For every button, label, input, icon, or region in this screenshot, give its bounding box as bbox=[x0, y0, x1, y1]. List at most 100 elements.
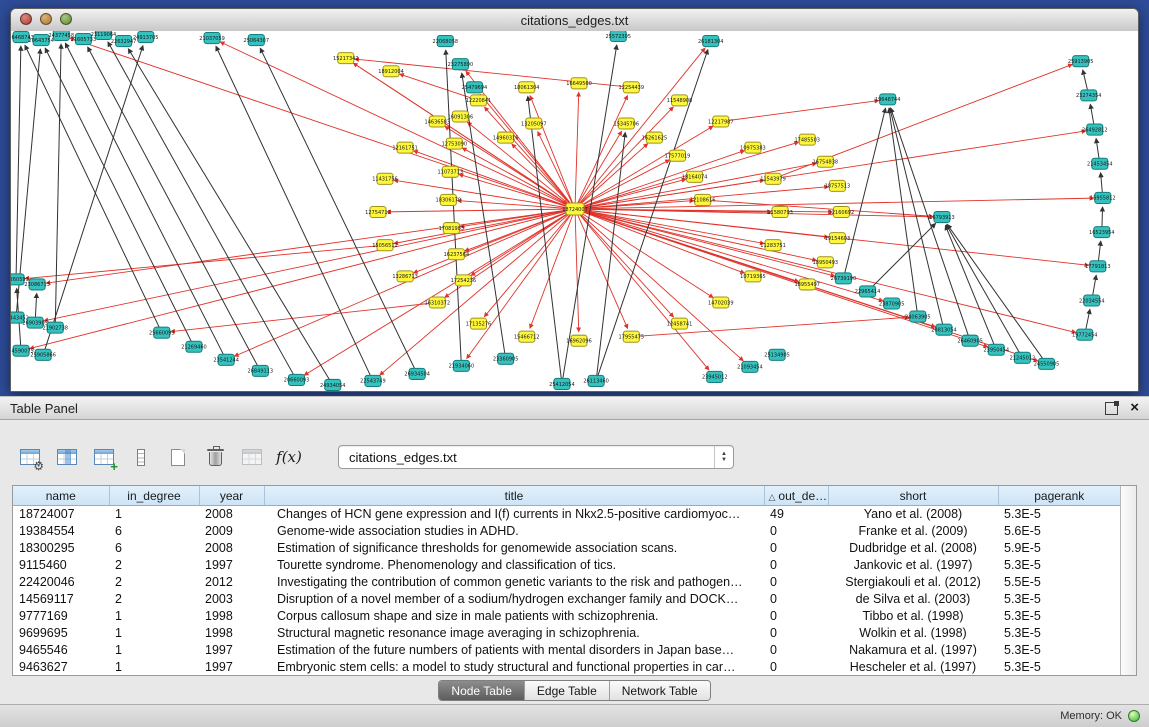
tab-network-table[interactable]: Network Table bbox=[609, 681, 710, 700]
graph-edge[interactable] bbox=[575, 92, 579, 209]
table-cell[interactable]: 1998 bbox=[199, 608, 264, 625]
table-cell[interactable]: 2 bbox=[109, 574, 199, 591]
table-cell[interactable]: 0 bbox=[764, 659, 828, 676]
column-header-in_degree[interactable]: in_degree bbox=[109, 486, 199, 506]
graph-edge[interactable] bbox=[16, 46, 21, 279]
graph-edge[interactable] bbox=[387, 209, 575, 212]
table-cell[interactable]: 1 bbox=[109, 608, 199, 625]
table-row[interactable]: 1830029562008Estimation of significance … bbox=[13, 540, 1120, 557]
column-header-pagerank[interactable]: pagerank bbox=[998, 486, 1120, 506]
table-cell[interactable]: Yano et al. (2008) bbox=[828, 506, 998, 524]
merge-columns-button[interactable] bbox=[127, 444, 155, 470]
float-panel-icon[interactable] bbox=[1105, 402, 1118, 415]
graph-edge[interactable] bbox=[868, 223, 936, 291]
zoom-window-icon[interactable] bbox=[60, 13, 72, 25]
table-cell[interactable]: 5.9E-5 bbox=[998, 540, 1120, 557]
table-cell[interactable]: Investigating the contribution of common… bbox=[264, 574, 764, 591]
window-titlebar[interactable]: citations_edges.txt bbox=[11, 9, 1138, 32]
table-cell[interactable]: 5.3E-5 bbox=[998, 659, 1120, 676]
table-cell[interactable]: Jankovic et al. (1997) bbox=[828, 557, 998, 574]
table-row[interactable]: 1456911722003Disruption of a novel membe… bbox=[13, 591, 1120, 608]
graph-edge[interactable] bbox=[65, 43, 226, 360]
table-vertical-scrollbar[interactable] bbox=[1120, 486, 1136, 675]
table-cell[interactable]: de Silva et al. (2003) bbox=[828, 591, 998, 608]
table-cell[interactable]: Embryonic stem cells: a model to study s… bbox=[264, 659, 764, 676]
table-cell[interactable]: 6 bbox=[109, 523, 199, 540]
table-cell[interactable]: 5.5E-5 bbox=[998, 574, 1120, 591]
table-cell[interactable]: 9699695 bbox=[13, 625, 109, 642]
graph-edge[interactable] bbox=[575, 151, 744, 209]
minimize-window-icon[interactable] bbox=[40, 13, 52, 25]
graph-edge[interactable] bbox=[25, 45, 162, 332]
graph-edge[interactable] bbox=[171, 303, 437, 332]
graph-edge[interactable] bbox=[843, 108, 885, 278]
table-row[interactable]: 946362711997Embryonic stem cells: a mode… bbox=[13, 659, 1120, 676]
graph-edge[interactable] bbox=[889, 108, 918, 316]
close-panel-icon[interactable]: × bbox=[1130, 402, 1139, 414]
graph-edge[interactable] bbox=[304, 209, 575, 375]
table-cell[interactable]: 1997 bbox=[199, 557, 264, 574]
table-row[interactable]: 1938455462009Genome-wide association stu… bbox=[13, 523, 1120, 540]
table-cell[interactable]: 5.3E-5 bbox=[998, 591, 1120, 608]
close-window-icon[interactable] bbox=[20, 13, 32, 25]
import-table-button[interactable]: + bbox=[90, 444, 118, 470]
table-settings-button[interactable]: ⚙ bbox=[16, 444, 44, 470]
table-cell[interactable]: 0 bbox=[764, 523, 828, 540]
table-cell[interactable]: 0 bbox=[764, 591, 828, 608]
graph-edge[interactable] bbox=[457, 201, 575, 209]
graph-edge[interactable] bbox=[446, 50, 462, 366]
tab-edge-table[interactable]: Edge Table bbox=[524, 681, 609, 700]
table-selector-combobox[interactable]: citations_edges.txt ▲▼ bbox=[338, 445, 734, 469]
table-cell[interactable]: 5.3E-5 bbox=[998, 557, 1120, 574]
table-cell[interactable]: 0 bbox=[764, 574, 828, 591]
table-cell[interactable]: Disruption of a novel member of a sodium… bbox=[264, 591, 764, 608]
table-cell[interactable]: 2 bbox=[109, 591, 199, 608]
table-cell[interactable]: Tibbo et al. (1998) bbox=[828, 608, 998, 625]
column-header-name[interactable]: name bbox=[13, 486, 109, 506]
table-cell[interactable]: 19384554 bbox=[13, 523, 109, 540]
table-cell[interactable]: 1997 bbox=[199, 659, 264, 676]
disabled-table-button[interactable] bbox=[238, 444, 266, 470]
table-cell[interactable]: 22420046 bbox=[13, 574, 109, 591]
delete-table-button[interactable] bbox=[201, 444, 229, 470]
table-row[interactable]: 911546021997Tourette syndrome. Phenomeno… bbox=[13, 557, 1120, 574]
graph-edge[interactable] bbox=[530, 96, 575, 209]
table-cell[interactable]: Genome-wide association studies in ADHD. bbox=[264, 523, 764, 540]
table-row[interactable]: 977716911998Corpus callosum shape and si… bbox=[13, 608, 1120, 625]
table-cell[interactable]: 9465546 bbox=[13, 642, 109, 659]
graph-edge[interactable] bbox=[575, 209, 1076, 333]
table-row[interactable]: 969969511998Structural magnetic resonanc… bbox=[13, 625, 1120, 642]
table-cell[interactable]: 2008 bbox=[199, 540, 264, 557]
table-cell[interactable]: 0 bbox=[764, 642, 828, 659]
table-cell[interactable]: 18300295 bbox=[13, 540, 109, 557]
table-cell[interactable]: 2003 bbox=[199, 591, 264, 608]
show-columns-button[interactable] bbox=[53, 444, 81, 470]
table-cell[interactable]: 1 bbox=[109, 642, 199, 659]
table-cell[interactable]: Nakamura et al. (1997) bbox=[828, 642, 998, 659]
table-cell[interactable]: Corpus callosum shape and size in male p… bbox=[264, 608, 764, 625]
graph-edge[interactable] bbox=[108, 42, 297, 380]
table-cell[interactable]: 2 bbox=[109, 557, 199, 574]
graph-edge[interactable] bbox=[575, 209, 883, 301]
graph-edge[interactable] bbox=[721, 101, 879, 122]
table-cell[interactable]: 49 bbox=[764, 506, 828, 524]
table-cell[interactable]: Dudbridge et al. (2008) bbox=[828, 540, 998, 557]
table-cell[interactable]: 6 bbox=[109, 540, 199, 557]
table-cell[interactable]: Changes of HCN gene expression and I(f) … bbox=[264, 506, 764, 524]
table-cell[interactable]: 0 bbox=[764, 540, 828, 557]
table-cell[interactable]: 14569117 bbox=[13, 591, 109, 608]
column-header-short[interactable]: short bbox=[828, 486, 998, 506]
table-cell[interactable]: 2012 bbox=[199, 574, 264, 591]
table-cell[interactable]: 5.3E-5 bbox=[998, 608, 1120, 625]
table-cell[interactable]: Hescheler et al. (1997) bbox=[828, 659, 998, 676]
graph-edge[interactable] bbox=[575, 209, 579, 332]
network-canvas[interactable]: 1872400711580793115439791097538312217987… bbox=[11, 31, 1138, 391]
table-row[interactable]: 2242004622012Investigating the contribut… bbox=[13, 574, 1120, 591]
column-header-title[interactable]: title bbox=[264, 486, 764, 506]
table-cell[interactable]: Structural magnetic resonance image aver… bbox=[264, 625, 764, 642]
tab-node-table[interactable]: Node Table bbox=[439, 681, 524, 700]
table-row[interactable]: 946554611997Estimation of the future num… bbox=[13, 642, 1120, 659]
table-cell[interactable]: 18724007 bbox=[13, 506, 109, 524]
table-cell[interactable]: 0 bbox=[764, 557, 828, 574]
table-cell[interactable]: 9777169 bbox=[13, 608, 109, 625]
